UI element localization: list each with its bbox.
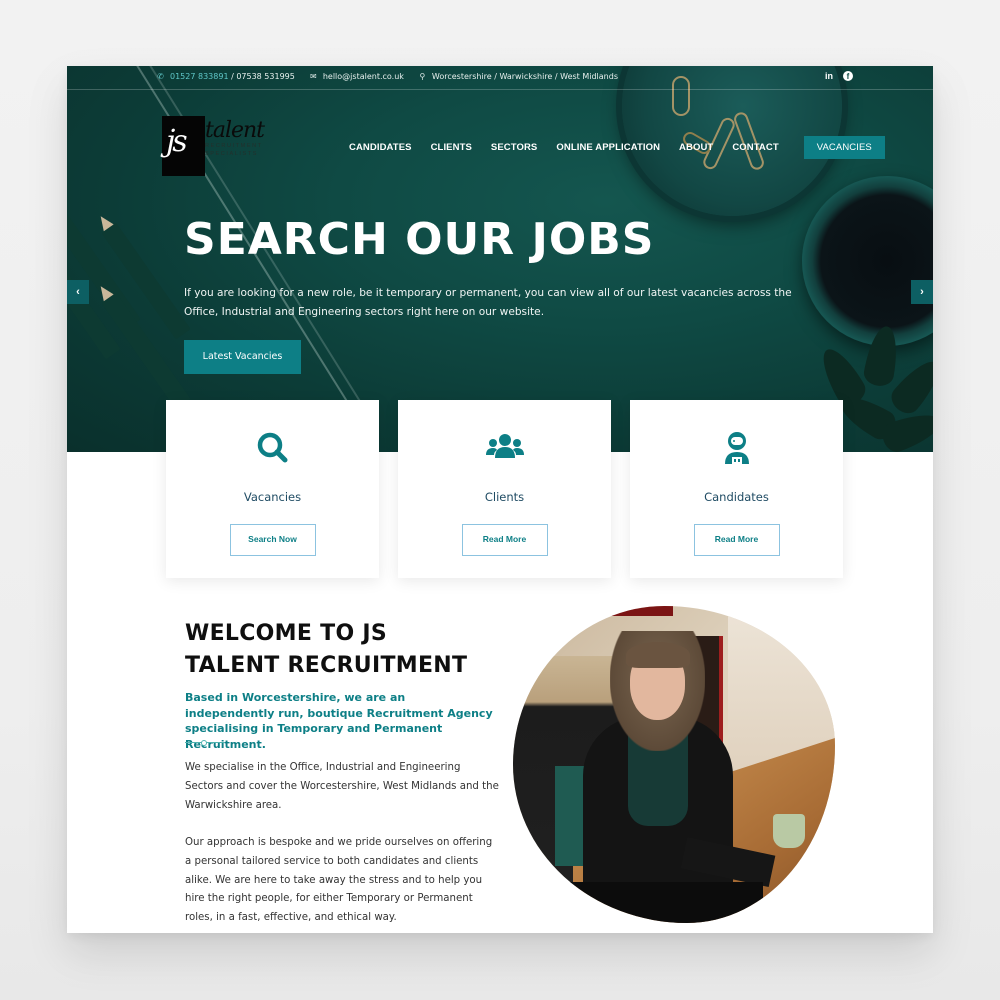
hero-title: SEARCH OUR JOBS — [184, 214, 655, 265]
decorative-divider — [185, 740, 225, 746]
social-links: in f — [825, 71, 853, 81]
nav-online-application[interactable]: ONLINE APPLICATION — [556, 142, 660, 153]
site-logo[interactable]: js talent RECRUITMENT SPECIALISTS — [162, 116, 265, 176]
phone-primary-link[interactable]: 01527 833891 — [170, 72, 229, 81]
location-text: Worcestershire / Warwickshire / West Mid… — [431, 72, 618, 81]
email-link[interactable]: hello@jstalent.co.uk — [323, 72, 404, 81]
hero-description: If you are looking for a new role, be it… — [184, 287, 792, 318]
candidates-read-more-button[interactable]: Read More — [693, 524, 780, 556]
nav-clients[interactable]: CLIENTS — [431, 142, 472, 153]
logo-tagline-2: SPECIALISTS — [205, 151, 259, 157]
nav-candidates[interactable]: CANDIDATES — [349, 142, 412, 153]
logo-tagline-1: RECRUITMENT — [205, 143, 263, 149]
card-vacancies: Vacancies Search Now — [166, 400, 379, 578]
nav-sectors[interactable]: SECTORS — [491, 142, 537, 153]
phone-secondary-link[interactable]: 07538 531995 — [236, 72, 295, 81]
search-icon — [253, 430, 293, 466]
card-title: Candidates — [704, 490, 769, 504]
search-now-button[interactable]: Search Now — [229, 524, 316, 556]
slider-next-arrow[interactable]: › — [911, 280, 933, 304]
clients-read-more-button[interactable]: Read More — [461, 524, 548, 556]
map-marker-icon: ⚲ — [419, 72, 426, 81]
user-astronaut-icon — [717, 430, 757, 466]
nav-vacancies-button[interactable]: VACANCIES — [803, 136, 885, 159]
main-navigation: CANDIDATES CLIENTS SECTORS ONLINE APPLIC… — [349, 136, 885, 159]
welcome-paragraph-2: Our approach is bespoke and we pride our… — [185, 837, 493, 924]
website-page: ✆ 01527 833891 / 07538 531995 ✉ hello@js… — [67, 66, 933, 933]
contact-info: ✆ 01527 833891 / 07538 531995 ✉ hello@js… — [156, 72, 618, 81]
users-icon — [485, 430, 525, 466]
top-contact-bar: ✆ 01527 833891 / 07538 531995 ✉ hello@js… — [67, 66, 933, 90]
card-title: Clients — [484, 490, 525, 504]
logo-wordmark: talent — [205, 118, 265, 143]
card-title: Vacancies — [243, 490, 302, 504]
envelope-icon: ✉ — [309, 72, 317, 81]
card-candidates: Candidates Read More — [630, 400, 843, 578]
latest-vacancies-button[interactable]: Latest Vacancies — [184, 340, 301, 374]
welcome-title: WELCOME TO JS TALENT RECRUITMENT — [185, 621, 468, 678]
welcome-subtitle: Based in Worcestershire, we are an indep… — [185, 691, 493, 751]
welcome-paragraph-1: We specialise in the Office, Industrial … — [185, 762, 499, 811]
facebook-icon[interactable]: f — [843, 71, 853, 81]
linkedin-icon[interactable]: in — [825, 71, 833, 81]
card-clients: Clients Read More — [398, 400, 611, 578]
nav-about[interactable]: ABOUT — [679, 142, 713, 153]
phone-icon: ✆ — [157, 72, 164, 81]
slider-prev-arrow[interactable]: ‹ — [67, 280, 89, 304]
nav-contact[interactable]: CONTACT — [732, 142, 778, 153]
founder-photo — [513, 606, 835, 923]
hero-section: ✆ 01527 833891 / 07538 531995 ✉ hello@js… — [67, 66, 933, 452]
logo-mark: js — [162, 116, 205, 176]
